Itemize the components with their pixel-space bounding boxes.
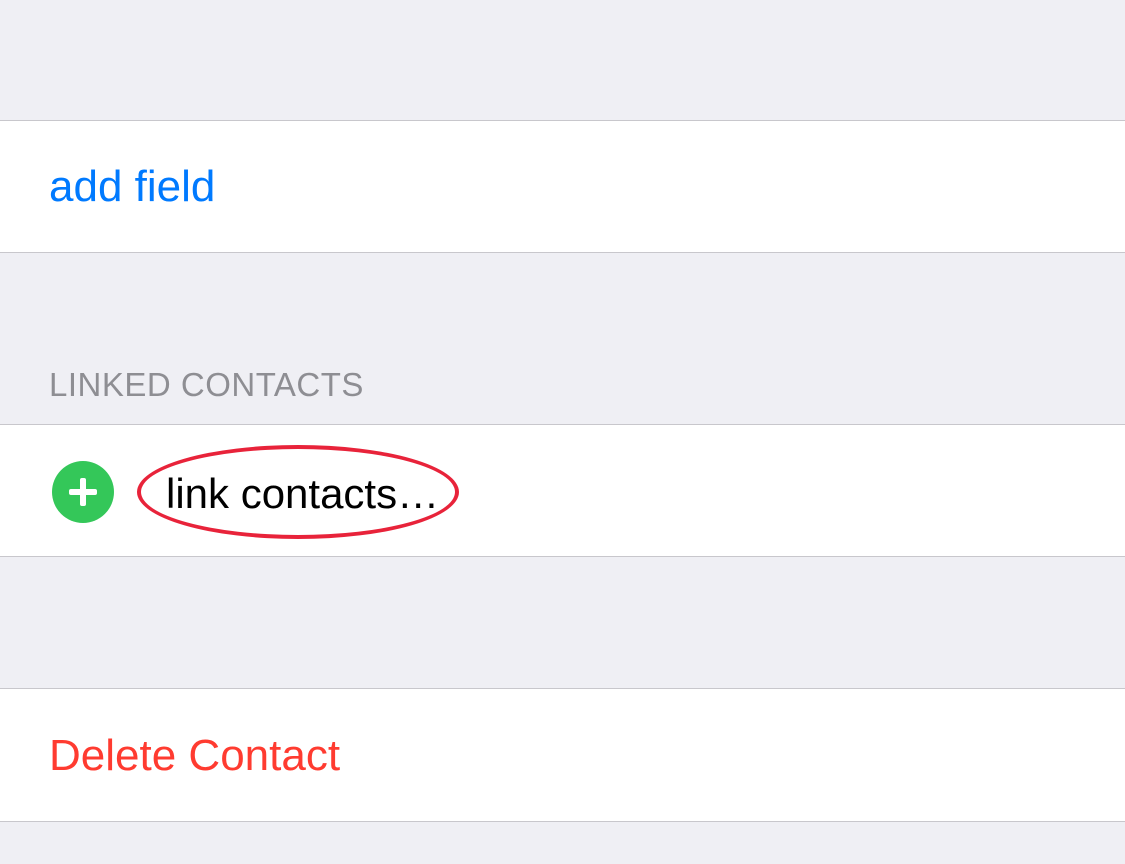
link-contacts-row[interactable]: link contacts… bbox=[0, 424, 1125, 557]
plus-circle-icon[interactable] bbox=[52, 461, 114, 523]
link-contacts-label[interactable]: link contacts… bbox=[166, 473, 439, 515]
add-field-label[interactable]: add field bbox=[49, 165, 215, 209]
delete-contact-row[interactable]: Delete Contact bbox=[0, 688, 1125, 822]
linked-contacts-section-header: LINKED CONTACTS bbox=[49, 366, 364, 403]
contact-edit-screen: add field LINKED CONTACTS link contacts…… bbox=[0, 0, 1125, 864]
add-field-row[interactable]: add field bbox=[0, 120, 1125, 253]
delete-contact-button[interactable]: Delete Contact bbox=[49, 734, 340, 778]
